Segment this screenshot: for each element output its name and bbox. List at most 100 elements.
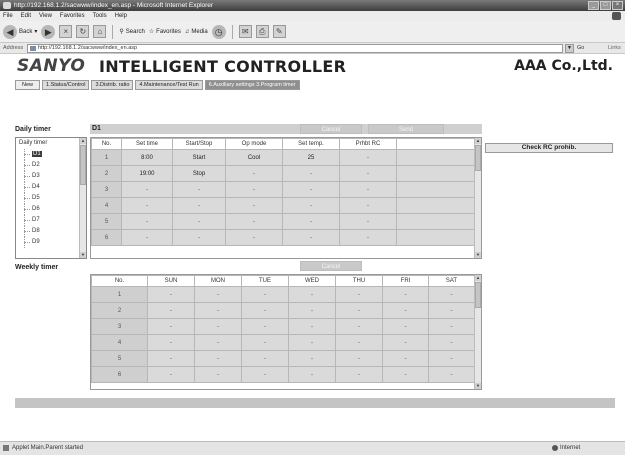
table-cell[interactable]: -: [288, 286, 336, 303]
table-cell[interactable]: -: [225, 181, 283, 198]
forward-button[interactable]: ▶: [41, 24, 56, 39]
table-cell[interactable]: -: [121, 213, 173, 230]
table-cell[interactable]: Stop: [172, 165, 226, 182]
refresh-button[interactable]: ↻: [76, 25, 90, 38]
table-cell[interactable]: -: [335, 286, 383, 303]
table-row[interactable]: 2-------: [91, 302, 475, 319]
tree-item-d4[interactable]: D4: [16, 182, 86, 193]
table-cell[interactable]: -: [147, 366, 195, 383]
table-cell[interactable]: -: [121, 197, 173, 214]
scroll-down-icon[interactable]: ▼: [80, 252, 86, 258]
table-row[interactable]: 3 - - - - -: [91, 181, 475, 198]
tab-program-timer[interactable]: 6.Auxiliary settings 3.Program timer: [204, 80, 300, 90]
table-cell[interactable]: -: [428, 350, 475, 367]
table-cell[interactable]: -: [428, 286, 475, 303]
table-row[interactable]: 2 19:00 Stop - - -: [91, 165, 475, 182]
table-cell[interactable]: -: [194, 286, 242, 303]
edit-button[interactable]: ✎: [272, 25, 286, 38]
table-cell[interactable]: -: [225, 197, 283, 214]
table-cell[interactable]: -: [282, 181, 340, 198]
table-cell[interactable]: -: [288, 350, 336, 367]
tree-item-d7[interactable]: D7: [16, 215, 86, 226]
table-cell[interactable]: -: [147, 286, 195, 303]
print-button[interactable]: ⎙: [255, 25, 269, 38]
table-cell[interactable]: 8:00: [121, 149, 173, 166]
table-cell[interactable]: -: [335, 334, 383, 351]
table-cell[interactable]: Start: [172, 149, 226, 166]
tree-item-d1[interactable]: D1: [16, 149, 86, 160]
tree-item-d8[interactable]: D8: [16, 226, 86, 237]
table-row[interactable]: 5 - - - - -: [91, 213, 475, 230]
table-cell[interactable]: -: [282, 213, 340, 230]
table-cell[interactable]: -: [172, 213, 226, 230]
tab-new[interactable]: New: [15, 80, 41, 90]
table-cell[interactable]: -: [194, 302, 242, 319]
table-cell[interactable]: 25: [282, 149, 340, 166]
address-dropdown-icon[interactable]: ▼: [565, 44, 574, 53]
table-cell[interactable]: -: [241, 350, 289, 367]
table-cell[interactable]: -: [339, 197, 397, 214]
table-cell[interactable]: -: [241, 286, 289, 303]
search-button[interactable]: ⚲ Search: [119, 28, 144, 36]
menu-view[interactable]: View: [39, 11, 52, 21]
scroll-up-icon[interactable]: ▲: [80, 138, 86, 144]
table-cell[interactable]: -: [339, 149, 397, 166]
table-cell[interactable]: -: [194, 318, 242, 335]
table-row[interactable]: 6 - - - - -: [91, 229, 475, 246]
address-input[interactable]: http://192.168.1.2/sacwww/index_en.asp: [27, 44, 563, 53]
table-cell[interactable]: -: [147, 318, 195, 335]
tree-item-d3[interactable]: D3: [16, 171, 86, 182]
table-cell[interactable]: -: [194, 350, 242, 367]
close-button[interactable]: ×: [612, 1, 623, 10]
table-cell[interactable]: -: [382, 366, 429, 383]
table-cell[interactable]: -: [382, 318, 429, 335]
back-button[interactable]: ◀ Back ▾: [3, 24, 37, 39]
table-cell[interactable]: -: [282, 229, 340, 246]
tree-item-d6[interactable]: D6: [16, 204, 86, 215]
table-cell[interactable]: -: [241, 302, 289, 319]
daily-send-button[interactable]: Send: [368, 124, 444, 134]
menu-file[interactable]: File: [3, 11, 13, 21]
mail-button[interactable]: ✉: [238, 25, 252, 38]
menu-tools[interactable]: Tools: [93, 11, 107, 21]
table-cell[interactable]: -: [241, 334, 289, 351]
check-rc-prohib-button[interactable]: Check RC prohib.: [485, 143, 613, 153]
tab-distrib-ratio[interactable]: 3.Distrib. ratio: [91, 80, 134, 90]
table-cell[interactable]: -: [225, 165, 283, 182]
table-cell[interactable]: -: [382, 350, 429, 367]
table-cell[interactable]: -: [241, 366, 289, 383]
favorites-button[interactable]: ☆ Favorites: [149, 28, 181, 36]
tree-root[interactable]: Daily timer: [16, 138, 86, 149]
table-cell[interactable]: -: [225, 213, 283, 230]
table-cell[interactable]: -: [382, 286, 429, 303]
scroll-thumb[interactable]: [475, 282, 481, 308]
tree-item-d5[interactable]: D5: [16, 193, 86, 204]
table-cell[interactable]: -: [288, 366, 336, 383]
table-row[interactable]: 4 - - - - -: [91, 197, 475, 214]
table-cell[interactable]: -: [121, 229, 173, 246]
table-row[interactable]: 4-------: [91, 334, 475, 351]
table-cell[interactable]: -: [282, 165, 340, 182]
media-button[interactable]: ♫ Media: [185, 29, 208, 35]
daily-grid-scrollbar[interactable]: ▲ ▼: [474, 138, 481, 258]
table-cell[interactable]: -: [339, 229, 397, 246]
tree-scrollbar[interactable]: ▲ ▼: [79, 138, 86, 258]
maximize-button[interactable]: □: [600, 1, 611, 10]
menu-favorites[interactable]: Favorites: [60, 11, 85, 21]
back-dropdown-icon[interactable]: ▾: [34, 28, 37, 35]
minimize-button[interactable]: _: [588, 1, 599, 10]
table-cell[interactable]: -: [335, 318, 383, 335]
scroll-up-icon[interactable]: ▲: [475, 275, 481, 281]
daily-cancel-button[interactable]: Cancel: [300, 124, 362, 134]
home-button[interactable]: ⌂: [93, 25, 107, 38]
weekly-grid-scrollbar[interactable]: ▲ ▼: [474, 275, 481, 389]
tab-status-control[interactable]: 1.Status/Control: [42, 80, 90, 90]
table-cell[interactable]: -: [335, 366, 383, 383]
table-cell[interactable]: -: [288, 318, 336, 335]
table-cell[interactable]: -: [241, 318, 289, 335]
table-row[interactable]: 3-------: [91, 318, 475, 335]
table-cell[interactable]: Cool: [225, 149, 283, 166]
menu-edit[interactable]: Edit: [21, 11, 31, 21]
table-cell[interactable]: -: [339, 181, 397, 198]
table-cell[interactable]: -: [172, 181, 226, 198]
